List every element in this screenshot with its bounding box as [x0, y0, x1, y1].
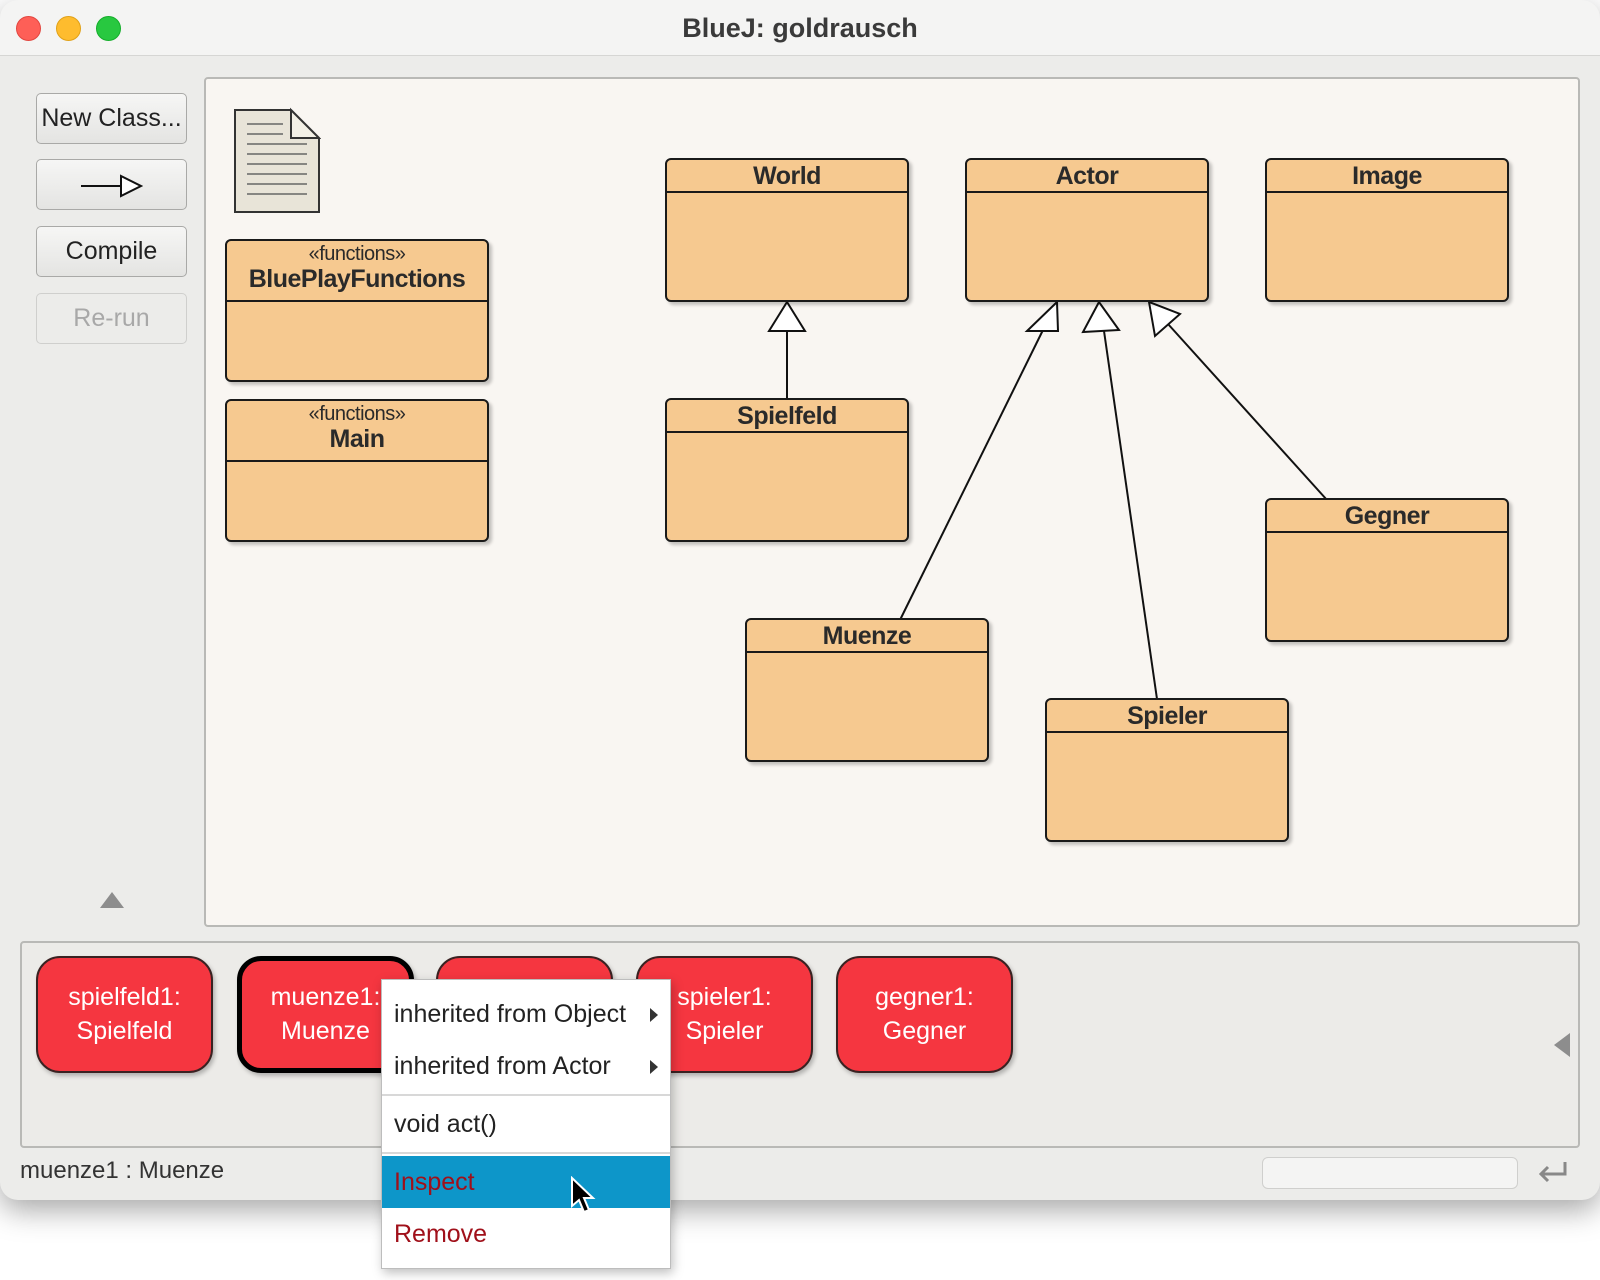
object-type: Spielfeld: [76, 1017, 173, 1045]
class-blueplayfunctions[interactable]: «functions» BluePlayFunctions: [225, 239, 489, 382]
object-spielfeld1[interactable]: spielfeld1: Spielfeld: [36, 956, 213, 1073]
class-gegner[interactable]: Gegner: [1265, 498, 1509, 642]
arrow-gegner-actor: [1167, 323, 1328, 501]
class-name: Spieler: [1047, 700, 1287, 733]
class-stereotype: «functions»: [308, 403, 406, 425]
class-actor[interactable]: Actor: [965, 158, 1209, 302]
menu-item-void-act[interactable]: void act(): [382, 1098, 670, 1150]
menu-item-inherited-object[interactable]: inherited from Object: [382, 988, 670, 1040]
menu-item-remove[interactable]: Remove: [382, 1208, 670, 1260]
return-icon[interactable]: [1535, 1158, 1571, 1190]
status-progress-field: [1262, 1157, 1518, 1189]
collapse-left-icon[interactable]: [1554, 1033, 1570, 1057]
arrowhead-actor-muenze: [1024, 299, 1060, 332]
class-name: World: [667, 160, 907, 193]
object-type: Gegner: [882, 1017, 967, 1045]
class-name: Image: [1267, 160, 1507, 193]
class-name: Main: [329, 425, 385, 453]
class-name: Spielfeld: [667, 400, 907, 433]
menu-separator: [382, 1094, 670, 1096]
class-name: Muenze: [747, 620, 987, 653]
status-text: muenze1 : Muenze: [20, 1157, 225, 1184]
arrowhead-actor-spieler: [1081, 300, 1121, 334]
object-gegner1[interactable]: gegner1: Gegner: [836, 956, 1013, 1073]
class-spieler[interactable]: Spieler: [1045, 698, 1289, 842]
class-name: BluePlayFunctions: [248, 265, 466, 293]
submenu-arrow-icon: [650, 1060, 658, 1074]
arrow-spieler-actor: [1103, 330, 1158, 700]
submenu-arrow-icon: [650, 1008, 658, 1022]
object-name: gegner1:: [875, 983, 974, 1011]
menu-item-inspect[interactable]: Inspect: [382, 1156, 670, 1208]
class-main[interactable]: «functions» Main: [225, 399, 489, 542]
mouse-pointer-icon: [571, 1176, 596, 1214]
class-stereotype: «functions»: [308, 243, 406, 265]
arrowhead-world: [767, 300, 807, 332]
menu-item-inherited-actor[interactable]: inherited from Actor: [382, 1040, 670, 1092]
arrow-muenze-actor: [899, 329, 1044, 621]
class-spielfeld[interactable]: Spielfeld: [665, 398, 909, 542]
class-name: Actor: [967, 160, 1207, 193]
menu-separator: [382, 1152, 670, 1154]
object-context-menu: inherited from Object inherited from Act…: [381, 979, 671, 1269]
bluej-window: BlueJ: goldrausch New Class... Compile R…: [0, 0, 1600, 1200]
class-world[interactable]: World: [665, 158, 909, 302]
class-image[interactable]: Image: [1265, 158, 1509, 302]
class-muenze[interactable]: Muenze: [745, 618, 989, 762]
readme-document-icon[interactable]: [233, 106, 321, 214]
object-name: spielfeld1:: [68, 983, 181, 1011]
class-name: Gegner: [1267, 500, 1507, 533]
